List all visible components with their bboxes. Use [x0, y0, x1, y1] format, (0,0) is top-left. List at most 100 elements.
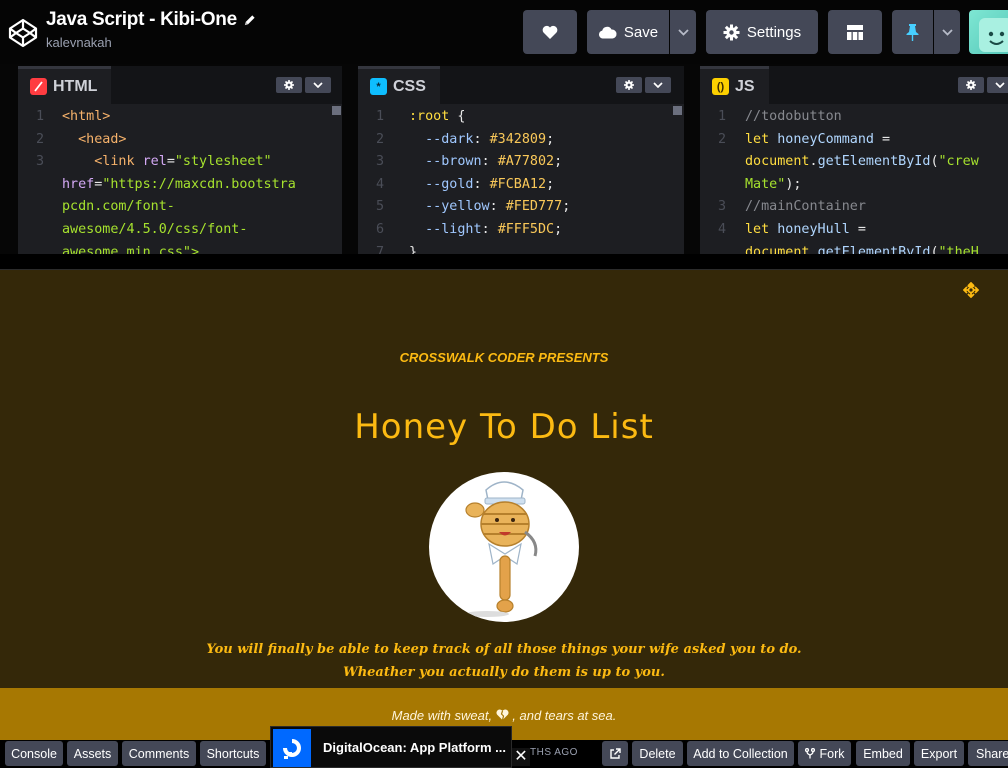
- css-code[interactable]: 1 :root { 2 --dark: #342809; 3 --brown: #A7…: [358, 106, 684, 254]
- line-number: 5: [375, 199, 384, 215]
- pin-options-button[interactable]: [934, 10, 960, 54]
- save-button[interactable]: Save: [587, 10, 669, 54]
- settings-label: Settings: [746, 23, 802, 41]
- code-line[interactable]: document.getElementById("crew: [700, 151, 1008, 174]
- line-number: 4: [717, 221, 726, 237]
- code-text: <link rel="stylesheet": [62, 154, 272, 170]
- html-scrollbar[interactable]: [332, 106, 341, 115]
- code-text: href="https://maxcdn.bootstra: [62, 176, 296, 192]
- gear-icon: [966, 80, 976, 90]
- css-tab-label: CSS: [393, 77, 426, 95]
- code-line[interactable]: 6 --light: #FFF5DC;: [358, 219, 684, 242]
- css-tab[interactable]: * CSS: [358, 66, 440, 104]
- html-collapse-button[interactable]: [305, 77, 331, 93]
- html-editor: HTML 1 <html> 2 <head> 3 <link rel="stylesh…: [18, 66, 342, 254]
- pin-icon: [906, 23, 919, 41]
- sponsor-ad[interactable]: DigitalOcean: App Platform ...: [270, 726, 512, 768]
- delete-button[interactable]: Delete: [632, 741, 683, 766]
- code-line[interactable]: 2 --dark: #342809;: [358, 129, 684, 152]
- code-text: --yellow: #FED777;: [409, 199, 571, 215]
- assets-button[interactable]: Assets: [67, 741, 118, 766]
- export-button[interactable]: Export: [914, 741, 964, 766]
- tagline-line-1: You will finally be able to keep track o…: [206, 642, 802, 657]
- code-line[interactable]: href="https://maxcdn.bootstra: [18, 174, 342, 197]
- html-tab[interactable]: HTML: [18, 66, 112, 104]
- code-text: //mainContainer: [745, 199, 866, 215]
- ad-close-button[interactable]: ✕: [512, 748, 530, 766]
- footer-text-before: Made with sweat,: [391, 708, 496, 723]
- js-settings-button[interactable]: [958, 77, 984, 93]
- result-preview: CROSSWALK CODER PRESENTS Honey To Do Lis…: [0, 270, 1008, 740]
- save-label: Save: [623, 23, 659, 41]
- pen-author[interactable]: kalevnakah: [46, 35, 256, 50]
- resize-divider[interactable]: [0, 254, 1008, 270]
- open-external-button[interactable]: [602, 741, 628, 766]
- code-text: --light: #FFF5DC;: [409, 221, 563, 237]
- add-to-collection-button[interactable]: Add to Collection: [687, 741, 794, 766]
- css-icon: *: [370, 78, 387, 95]
- codepen-logo-icon[interactable]: [7, 17, 39, 49]
- code-line[interactable]: 5 --yellow: #FED777;: [358, 196, 684, 219]
- user-avatar[interactable]: [969, 10, 1008, 54]
- code-line[interactable]: 3 //mainContainer: [700, 196, 1008, 219]
- save-options-button[interactable]: [670, 10, 696, 54]
- code-text: document.getElementById("crew: [745, 154, 979, 170]
- css-editor-header: * CSS: [358, 66, 684, 104]
- shortcuts-button[interactable]: Shortcuts: [200, 741, 266, 766]
- code-text: --gold: #FCBA12;: [409, 176, 555, 192]
- love-button[interactable]: [523, 10, 577, 54]
- js-code[interactable]: 1 //todobutton 2 let honeyCommand = document…: [700, 106, 1008, 254]
- code-line[interactable]: 3 --brown: #A77802;: [358, 151, 684, 174]
- move-arrows-icon[interactable]: [963, 282, 979, 298]
- code-line[interactable]: document.getElementById("theH: [700, 242, 1008, 254]
- js-tab[interactable]: () JS: [700, 66, 769, 104]
- code-line[interactable]: pcdn.com/font-: [18, 196, 342, 219]
- presents-heading: CROSSWALK CODER PRESENTS: [399, 350, 609, 365]
- fork-icon: [804, 748, 815, 759]
- code-line[interactable]: 2 let honeyCommand =: [700, 129, 1008, 152]
- code-text: :root {: [409, 109, 466, 124]
- code-line[interactable]: awesome.min.css">: [18, 242, 342, 254]
- embed-button[interactable]: Embed: [856, 741, 910, 766]
- gear-icon: [284, 80, 294, 90]
- code-line[interactable]: 3 <link rel="stylesheet": [18, 151, 342, 174]
- pen-title-text: Java Script - Kibi-One: [46, 9, 237, 30]
- tagline-line-2: Wheather you actually do them is up to y…: [343, 665, 665, 680]
- chevron-down-icon: [313, 82, 323, 88]
- code-line[interactable]: Mate");: [700, 174, 1008, 197]
- line-number: 1: [375, 109, 384, 124]
- comments-button[interactable]: Comments: [122, 741, 196, 766]
- layout-grid-icon: [847, 24, 863, 40]
- code-line[interactable]: 1 :root {: [358, 106, 684, 129]
- js-tab-label: JS: [735, 77, 755, 95]
- edit-pencil-icon[interactable]: [243, 14, 256, 27]
- share-button[interactable]: Share: [968, 741, 1008, 766]
- pin-button[interactable]: [892, 10, 933, 54]
- code-line[interactable]: 1 <html>: [18, 106, 342, 129]
- html-code[interactable]: 1 <html> 2 <head> 3 <link rel="stylesheet" h…: [18, 106, 342, 254]
- code-line[interactable]: 4 --gold: #FCBA12;: [358, 174, 684, 197]
- code-line[interactable]: 4 let honeyHull =: [700, 219, 1008, 242]
- heart-icon: [542, 25, 558, 39]
- css-settings-button[interactable]: [616, 77, 642, 93]
- css-scrollbar[interactable]: [673, 106, 682, 115]
- js-collapse-button[interactable]: [987, 77, 1008, 93]
- honey-dipper-sailor-image: [465, 481, 538, 617]
- console-button[interactable]: Console: [5, 741, 63, 766]
- change-view-button[interactable]: [828, 10, 882, 54]
- code-line[interactable]: 1 //todobutton: [700, 106, 1008, 129]
- fork-button[interactable]: Fork: [798, 741, 851, 766]
- ad-text: DigitalOcean: App Platform ...: [323, 740, 506, 755]
- code-line[interactable]: 2 <head>: [18, 129, 342, 152]
- line-number: 1: [717, 109, 726, 124]
- settings-button[interactable]: Settings: [706, 10, 818, 54]
- js-editor-header: () JS: [700, 66, 1008, 104]
- html-editor-header: HTML: [18, 66, 342, 104]
- html-settings-button[interactable]: [276, 77, 302, 93]
- code-line[interactable]: 7}: [358, 242, 684, 254]
- pen-title[interactable]: Java Script - Kibi-One: [46, 9, 256, 31]
- css-collapse-button[interactable]: [645, 77, 671, 93]
- code-line[interactable]: awesome/4.5.0/css/font-: [18, 219, 342, 242]
- cloud-icon: [598, 26, 617, 38]
- line-number: 3: [717, 199, 726, 215]
